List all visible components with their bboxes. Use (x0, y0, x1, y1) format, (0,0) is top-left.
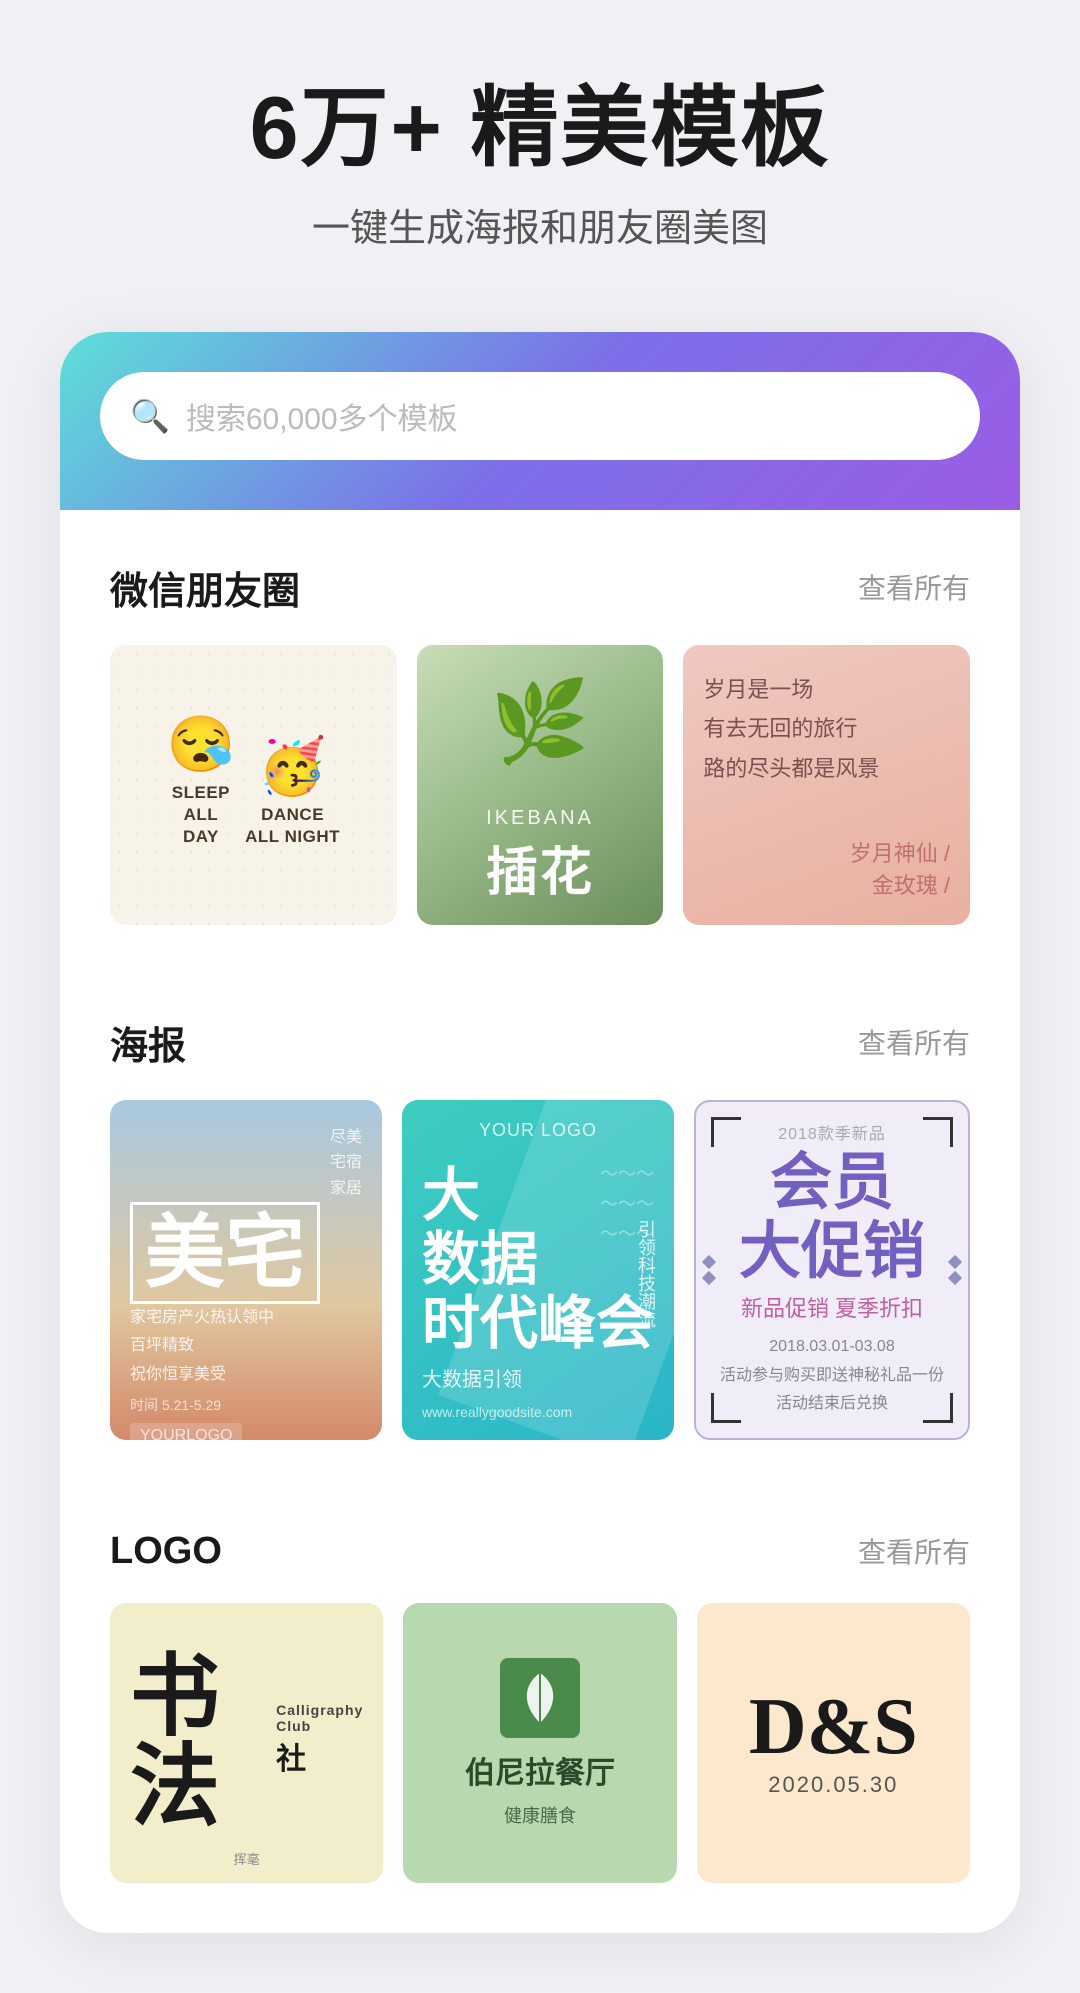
poster-section-header: 海报 查看所有 (110, 1015, 970, 1070)
wechat-view-all-link[interactable]: 查看所有 (858, 567, 970, 607)
poster2-main-title: 大数据时代峰会 (422, 1164, 654, 1355)
logo-view-all-link[interactable]: 查看所有 (858, 1531, 970, 1571)
poster1-sub-top: 尽美宅宿家居 (130, 1125, 362, 1202)
corner-tl (711, 1117, 741, 1147)
ds-letters: D&S (749, 1687, 918, 1767)
logo-template-card-2[interactable]: 伯尼拉餐厅 健康膳食 (403, 1603, 676, 1883)
char1-label: SLEEPALLDAY (172, 782, 230, 848)
search-header: 🔍 搜索60,000多个模板 (60, 332, 1020, 510)
poster1-logo: YOURLOGO (130, 1423, 242, 1440)
hero-section: 6万+ 精美模板 一键生成海报和朋友圈美图 (0, 0, 1080, 292)
calligraphy-right: Calligraphy Club 社 (276, 1702, 363, 1783)
poetry-tag1: 岁月神仙 / (850, 836, 950, 868)
hero-subtitle: 一键生成海报和朋友圈美图 (40, 197, 1040, 252)
poetry-line1: 岁月是一场 (703, 670, 950, 710)
poster3-sub: 新品促销 夏季折扣 (741, 1291, 923, 1323)
logo-template-card-1[interactable]: 书法 Calligraphy Club 社 挥毫 (110, 1603, 383, 1883)
poetry-text: 岁月是一场 有去无回的旅行 路的尽头都是风景 (703, 670, 950, 789)
poetry-tags: 岁月神仙 / 金玫瑰 / (703, 836, 950, 900)
ikebana-en-text: IKEBANA (486, 807, 594, 830)
calligraphy-cn-bottom: 社 (276, 1734, 363, 1778)
poster2-website: www.reallygoodsite.com (422, 1404, 654, 1420)
brush-char: 书法 (130, 1648, 220, 1837)
wechat-section-header: 微信朋友圈 查看所有 (110, 560, 970, 615)
corner-bl (711, 1393, 741, 1423)
poster2-sub: 大数据引领 (422, 1364, 654, 1396)
search-placeholder-text: 搜索60,000多个模板 (186, 394, 458, 438)
search-icon: 🔍 (130, 400, 170, 432)
leaves-emoji: 🌿 (490, 675, 590, 769)
char2-label: DANCEALL NIGHT (245, 804, 340, 848)
restaurant-sub: 健康膳食 (504, 1802, 576, 1828)
search-bar[interactable]: 🔍 搜索60,000多个模板 (100, 372, 980, 460)
wechat-card-grid: 😪 SLEEPALLDAY 🥳 DANCEALL NIGHT 🌿 (110, 645, 970, 925)
poster1-main-title: 美宅 (130, 1202, 320, 1304)
calligraphy-en-line2: Club (276, 1718, 363, 1734)
wechat-section: 微信朋友圈 查看所有 😪 SLEEPALLDAY 🥳 DANCEALL NIGH… (60, 510, 1020, 925)
hero-title: 6万+ 精美模板 (40, 80, 1040, 177)
poster1-main-title-wrap: 美宅 (130, 1202, 362, 1304)
poster-section: 海报 查看所有 尽美宅宿家居 美宅 家宅房产火热认领中百坪精致祝你恒享美受 时间… (60, 965, 1020, 1440)
poetry-line2: 有去无回的旅行 (703, 709, 950, 749)
wechat-template-card-3[interactable]: 岁月是一场 有去无回的旅行 路的尽头都是风景 岁月神仙 / 金玫瑰 / (683, 645, 970, 925)
wechat-template-card-1[interactable]: 😪 SLEEPALLDAY 🥳 DANCEALL NIGHT (110, 645, 397, 925)
ikebana-card-content: 🌿 IKEBANA 插花 (417, 645, 664, 925)
logo-card-grid: 书法 Calligraphy Club 社 挥毫 (110, 1603, 970, 1883)
poster3-main-title: 会员大促销 (739, 1149, 925, 1285)
leaf-svg (515, 1668, 565, 1728)
ikebana-text: IKEBANA 插花 (486, 807, 594, 905)
poster-template-card-1[interactable]: 尽美宅宿家居 美宅 家宅房产火热认领中百坪精致祝你恒享美受 时间 5.21-5.… (110, 1100, 382, 1440)
char2-face: 🥳 (258, 734, 326, 799)
poster3-badge: 2018款季新品 (778, 1120, 886, 1144)
poster2-lead-text: 引领科技潮流 (633, 1220, 659, 1328)
wechat-template-card-2[interactable]: 🌿 IKEBANA 插花 (417, 645, 664, 925)
poster3-info: 2018.03.01-03.08活动参与购买即送神秘礼品一份活动结束后兑换 (720, 1333, 944, 1419)
restaurant-name: 伯尼拉餐厅 (465, 1748, 615, 1792)
leaf-icon-box (500, 1658, 580, 1738)
poetry-line3: 路的尽头都是风景 (703, 749, 950, 789)
calligraphy-tagline: 挥毫 (234, 1849, 260, 1868)
poster2-your-logo: YOUR LOGO (479, 1120, 597, 1141)
wechat-card-1-content: 😪 SLEEPALLDAY 🥳 DANCEALL NIGHT (130, 665, 377, 905)
poster-section-title: 海报 (110, 1015, 186, 1070)
logo-template-card-3[interactable]: D&S 2020.05.30 (697, 1603, 970, 1883)
ds-date: 2020.05.30 (768, 1772, 898, 1798)
calligraphy-en-line1: Calligraphy (276, 1702, 363, 1718)
logo-section-header: LOGO 查看所有 (110, 1530, 970, 1573)
right-diamonds (950, 1257, 960, 1283)
poster-template-card-2[interactable]: YOUR LOGO 〜〜〜 〜〜〜 〜〜〜 引领科技潮流 大数据时代峰会 大数据… (402, 1100, 674, 1440)
poster1-footer: 家宅房产火热认领中百坪精致祝你恒享美受 时间 5.21-5.29 YOURLOG… (130, 1304, 362, 1440)
left-diamonds (704, 1257, 714, 1283)
calligraphy-logo-main: 书法 Calligraphy Club 社 (130, 1653, 363, 1833)
char1: 😪 SLEEPALLDAY (167, 712, 235, 848)
poetry-tag2: 金玫瑰 / (872, 868, 950, 900)
poster-view-all-link[interactable]: 查看所有 (858, 1022, 970, 1062)
char2: 🥳 DANCEALL NIGHT (245, 734, 340, 848)
poster1-date: 时间 5.21-5.29 (130, 1395, 362, 1415)
app-card: 🔍 搜索60,000多个模板 微信朋友圈 查看所有 😪 SLEEPALLDAY (60, 332, 1020, 1933)
logo-section-title: LOGO (110, 1530, 222, 1573)
wechat-section-title: 微信朋友圈 (110, 560, 300, 615)
char1-face: 😪 (167, 712, 235, 777)
corner-tr (923, 1117, 953, 1147)
poster1-detail: 家宅房产火热认领中百坪精致祝你恒享美受 (130, 1304, 362, 1390)
poster-template-card-3[interactable]: 2018款季新品 会员大促销 新品促销 夏季折扣 2018.03.01-03.0… (694, 1100, 970, 1440)
logo-section: LOGO 查看所有 书法 Calligraphy Club 社 挥毫 (60, 1480, 1020, 1883)
poster-card-grid: 尽美宅宿家居 美宅 家宅房产火热认领中百坪精致祝你恒享美受 时间 5.21-5.… (110, 1100, 970, 1440)
brush-char-wrap: 书法 (130, 1653, 268, 1833)
cartoon-characters: 😪 SLEEPALLDAY 🥳 DANCEALL NIGHT (167, 712, 340, 848)
corner-br (923, 1393, 953, 1423)
ikebana-cn-text: 插花 (486, 830, 594, 905)
